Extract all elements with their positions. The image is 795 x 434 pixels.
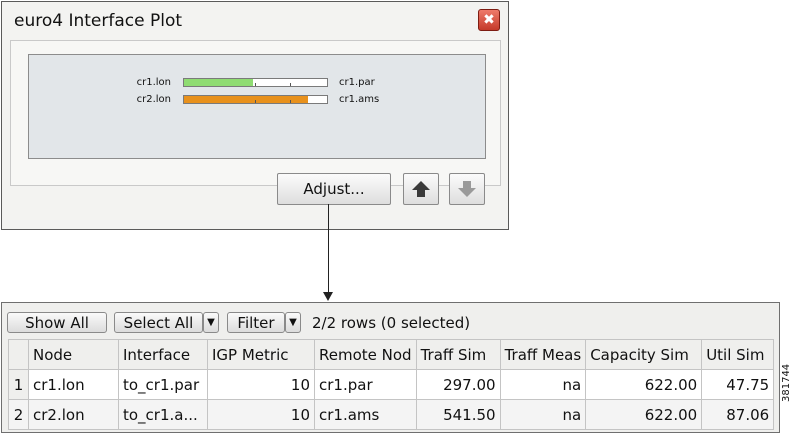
- show-all-button[interactable]: Show All: [7, 312, 107, 333]
- cell-interface[interactable]: to_cr1.a...: [118, 399, 208, 430]
- window-title: euro4 Interface Plot: [14, 11, 183, 31]
- cell-capacity-sim[interactable]: 622.00: [585, 399, 703, 430]
- bar-tick: [255, 100, 256, 103]
- row-index: 1: [8, 369, 29, 400]
- close-icon: ✖: [483, 12, 495, 28]
- table-row[interactable]: 2 cr2.lon to_cr1.a... 10 cr1.ams 541.50 …: [8, 399, 775, 430]
- connector-line: [328, 204, 329, 294]
- bar-tick: [290, 100, 291, 103]
- chevron-down-icon: ▼: [207, 317, 215, 328]
- column-header-igp-metric[interactable]: IGP Metric: [207, 339, 315, 370]
- plot-row[interactable]: cr1.lon cr1.par: [29, 76, 485, 90]
- cell-util-sim[interactable]: 87.06: [701, 399, 775, 430]
- cell-remote-node[interactable]: cr1.par: [314, 369, 417, 400]
- interface-table-panel: Show All Select All ▼ Filter ▼ 2/2 rows …: [1, 302, 780, 433]
- utilization-bar: [183, 78, 328, 87]
- up-arrow-icon: [412, 181, 430, 197]
- filter-button[interactable]: Filter: [227, 312, 285, 333]
- cell-igp-metric[interactable]: 10: [207, 369, 315, 400]
- plot-row-node-label: cr2.lon: [136, 94, 171, 105]
- cell-traff-sim[interactable]: 297.00: [415, 369, 501, 400]
- plot-row-remote-label: cr1.ams: [339, 94, 380, 105]
- row-index: 2: [8, 399, 29, 430]
- row-count-status: 2/2 rows (0 selected): [312, 314, 471, 332]
- table-header-row: Node Interface IGP Metric Remote Nod Tra…: [8, 339, 775, 370]
- cell-traff-meas[interactable]: na: [499, 399, 587, 430]
- filter-dropdown-button[interactable]: ▼: [285, 312, 301, 333]
- bar-tick: [290, 83, 291, 86]
- chevron-down-icon: ▼: [289, 317, 297, 328]
- utilization-bar: [183, 95, 328, 104]
- column-header-remote-node[interactable]: Remote Nod: [314, 339, 417, 370]
- cell-node[interactable]: cr1.lon: [28, 369, 119, 400]
- plot-row-node-label: cr1.lon: [136, 77, 171, 88]
- select-all-dropdown-button[interactable]: ▼: [203, 312, 219, 333]
- column-header-traff-sim[interactable]: Traff Sim: [415, 339, 501, 370]
- down-arrow-icon: [458, 181, 476, 197]
- interface-plot-area: cr1.lon cr1.par cr2.lon cr1.ams: [28, 54, 486, 159]
- adjust-button[interactable]: Adjust...: [277, 173, 391, 205]
- move-up-button[interactable]: [403, 173, 439, 205]
- interface-table: Node Interface IGP Metric Remote Nod Tra…: [8, 339, 775, 430]
- cell-traff-sim[interactable]: 541.50: [415, 399, 501, 430]
- close-button[interactable]: ✖: [478, 9, 500, 31]
- figure-id-label: 381744: [781, 363, 792, 402]
- select-all-button[interactable]: Select All: [114, 312, 203, 333]
- move-down-button[interactable]: [449, 173, 485, 205]
- utilization-bar-fill: [184, 79, 253, 86]
- row-index-header: [8, 339, 29, 370]
- column-header-util-sim[interactable]: Util Sim: [701, 339, 775, 370]
- cell-igp-metric[interactable]: 10: [207, 399, 315, 430]
- column-header-node[interactable]: Node: [28, 339, 119, 370]
- column-header-interface[interactable]: Interface: [118, 339, 208, 370]
- plot-frame: cr1.lon cr1.par cr2.lon cr1.ams: [10, 40, 501, 186]
- column-header-traff-meas[interactable]: Traff Meas: [499, 339, 587, 370]
- table-row[interactable]: 1 cr1.lon to_cr1.par 10 cr1.par 297.00 n…: [8, 369, 775, 400]
- cell-node[interactable]: cr2.lon: [28, 399, 119, 430]
- cell-util-sim[interactable]: 47.75: [701, 369, 775, 400]
- cell-capacity-sim[interactable]: 622.00: [585, 369, 703, 400]
- bar-tick: [255, 83, 256, 86]
- connector-arrowhead: [323, 292, 333, 301]
- cell-interface[interactable]: to_cr1.par: [118, 369, 208, 400]
- plot-row[interactable]: cr2.lon cr1.ams: [29, 93, 485, 107]
- column-header-capacity-sim[interactable]: Capacity Sim: [585, 339, 703, 370]
- cell-remote-node[interactable]: cr1.ams: [314, 399, 417, 430]
- cell-traff-meas[interactable]: na: [499, 369, 587, 400]
- interface-plot-window: euro4 Interface Plot ✖ cr1.lon cr1.par c…: [1, 1, 509, 230]
- plot-row-remote-label: cr1.par: [339, 77, 375, 88]
